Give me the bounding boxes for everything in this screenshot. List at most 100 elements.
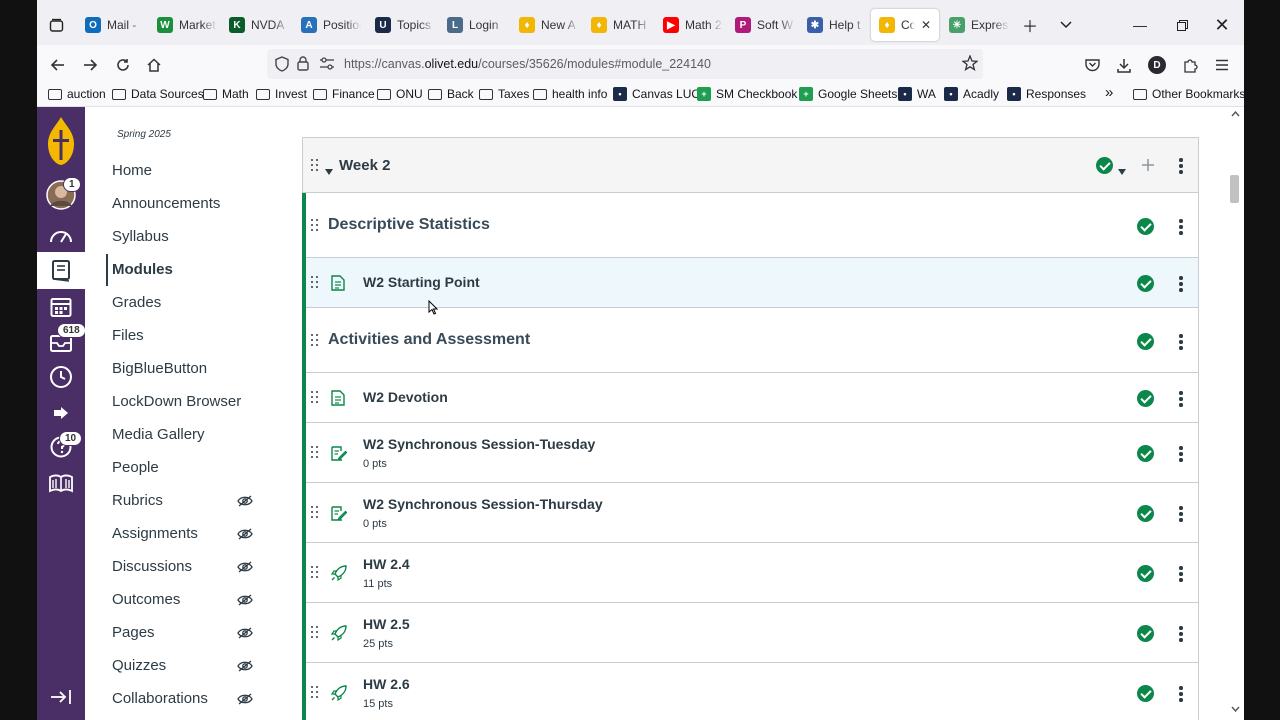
calendar-icon[interactable] <box>37 289 85 325</box>
published-check-icon[interactable] <box>1137 445 1154 462</box>
more-bookmarks-chevron-icon[interactable]: » <box>1105 84 1113 101</box>
course-nav-grades[interactable]: Grades <box>112 294 161 311</box>
close-tab-icon[interactable]: ✕ <box>921 18 931 32</box>
history-clock-icon[interactable] <box>37 359 85 395</box>
bookmark-invest[interactable]: Invest <box>256 87 307 101</box>
bookmark-acadly[interactable]: • Acadly <box>944 87 999 101</box>
course-nav-pages[interactable]: Pages <box>112 624 155 641</box>
lock-icon[interactable] <box>297 56 309 76</box>
published-check-icon[interactable] <box>1137 333 1154 350</box>
item-drag-handle-icon[interactable] <box>311 446 319 460</box>
module-item[interactable]: 15 pts HW 2.6 <box>302 663 1198 720</box>
item-title-link[interactable]: W2 Devotion <box>363 389 448 405</box>
course-nav-assignments[interactable]: Assignments <box>112 525 198 542</box>
browser-tab[interactable]: U Topics <box>375 9 435 41</box>
forward-arrow-icon[interactable] <box>77 52 103 78</box>
browser-tab[interactable]: ✳ Expres <box>949 9 1009 41</box>
published-check-icon[interactable] <box>1137 218 1154 235</box>
browser-tab[interactable]: O Mail - <box>85 9 145 41</box>
item-options-kebab-icon[interactable] <box>1179 506 1183 522</box>
item-drag-handle-icon[interactable] <box>311 686 319 700</box>
reload-icon[interactable] <box>110 52 136 78</box>
item-options-kebab-icon[interactable] <box>1179 446 1183 462</box>
dashboard-speedometer-icon[interactable] <box>37 217 85 253</box>
item-title-link[interactable]: HW 2.4 <box>363 556 410 572</box>
course-nav-lockdown-browser[interactable]: LockDown Browser <box>112 393 241 410</box>
bookmark-taxes[interactable]: Taxes <box>479 87 529 101</box>
bookmark-google-sheets[interactable]: + Google Sheets <box>799 87 897 101</box>
module-text-header[interactable]: Descriptive Statistics <box>302 193 1198 258</box>
bookmark-responses[interactable]: • Responses <box>1007 87 1086 101</box>
item-options-kebab-icon[interactable] <box>1179 566 1183 582</box>
bookmark-finance[interactable]: Finance <box>313 87 375 101</box>
logout-arrow-icon[interactable] <box>37 395 85 431</box>
scroll-down-arrow-icon[interactable] <box>1231 706 1240 712</box>
url-text[interactable]: https://canvas.olivet.edu/courses/35626/… <box>344 57 711 71</box>
bookmark-math[interactable]: Math <box>203 87 249 101</box>
pocket-icon[interactable] <box>1079 52 1105 78</box>
courses-book-icon[interactable] <box>37 252 85 289</box>
home-icon[interactable] <box>141 52 167 78</box>
course-nav-modules[interactable]: Modules <box>112 261 173 278</box>
browser-tab[interactable]: P Soft W <box>735 9 795 41</box>
item-drag-handle-icon[interactable] <box>311 566 319 580</box>
module-header[interactable]: Week 2 <box>303 138 1198 193</box>
item-options-kebab-icon[interactable] <box>1179 334 1183 350</box>
scroll-up-arrow-icon[interactable] <box>1231 111 1240 117</box>
bookmark-sm-checkbook[interactable]: + SM Checkbook <box>697 87 797 101</box>
published-check-icon[interactable] <box>1137 275 1154 292</box>
browser-tab[interactable]: ♦ Cou ✕ <box>871 9 939 41</box>
course-nav-media-gallery[interactable]: Media Gallery <box>112 426 205 443</box>
item-options-kebab-icon[interactable] <box>1179 626 1183 642</box>
item-title-link[interactable]: W2 Synchronous Session-Thursday <box>363 496 603 512</box>
module-options-kebab-icon[interactable] <box>1179 158 1183 174</box>
course-nav-home[interactable]: Home <box>112 162 152 179</box>
account-avatar[interactable]: 1 <box>37 177 85 213</box>
bookmark-onu[interactable]: ONU <box>377 87 423 101</box>
browser-tab[interactable]: ✱ Help t <box>807 9 867 41</box>
module-item[interactable]: 0 pts W2 Synchronous Session-Thursday <box>302 483 1198 543</box>
extensions-puzzle-icon[interactable] <box>1177 52 1203 78</box>
address-bar[interactable]: https://canvas.olivet.edu/courses/35626/… <box>267 49 983 79</box>
bookmark-canvas-luo[interactable]: • Canvas LUO <box>613 87 701 101</box>
module-published-check-icon[interactable] <box>1096 157 1113 174</box>
module-text-header[interactable]: Activities and Assessment <box>302 308 1198 373</box>
canvas-logo-flame-icon[interactable] <box>37 115 85 167</box>
other-bookmarks-folder[interactable]: Other Bookmarks <box>1133 87 1244 101</box>
browser-tab[interactable]: L Login <box>447 9 507 41</box>
published-check-icon[interactable] <box>1137 685 1154 702</box>
bookmark-back[interactable]: Back <box>428 87 474 101</box>
module-collapse-caret-icon[interactable] <box>325 162 333 180</box>
module-item[interactable]: 0 pts W2 Synchronous Session-Tuesday <box>302 423 1198 483</box>
browser-tab[interactable]: W Market <box>157 9 217 41</box>
course-nav-quizzes[interactable]: Quizzes <box>112 657 166 674</box>
item-title-link[interactable]: W2 Synchronous Session-Tuesday <box>363 436 595 452</box>
published-check-icon[interactable] <box>1137 505 1154 522</box>
item-drag-handle-icon[interactable] <box>311 626 319 640</box>
bookmark-health-info[interactable]: health info <box>533 87 607 101</box>
module-item[interactable]: 11 pts HW 2.4 <box>302 543 1198 603</box>
scrollbar-thumb[interactable] <box>1230 175 1239 203</box>
browser-tab[interactable]: ▶ Math 2 <box>663 9 723 41</box>
course-nav-rubrics[interactable]: Rubrics <box>112 492 163 509</box>
published-check-icon[interactable] <box>1137 390 1154 407</box>
course-nav-bigbluebutton[interactable]: BigBlueButton <box>112 360 207 377</box>
help-question-icon[interactable]: 10 <box>37 429 85 465</box>
close-window-button[interactable]: ✕ <box>1209 12 1235 38</box>
inbox-icon[interactable]: 618 <box>37 323 86 361</box>
browser-tab[interactable]: ♦ MATH <box>591 9 651 41</box>
list-tabs-chevron-icon[interactable] <box>1053 12 1079 38</box>
restore-button[interactable] <box>1169 12 1195 38</box>
commons-library-icon[interactable] <box>37 465 85 501</box>
published-check-icon[interactable] <box>1137 625 1154 642</box>
bookmark-wa[interactable]: • WA <box>898 87 936 101</box>
module-item[interactable]: W2 Devotion <box>302 373 1198 423</box>
course-nav-outcomes[interactable]: Outcomes <box>112 591 180 608</box>
new-tab-button[interactable]: ＋ <box>1017 12 1043 38</box>
app-menu-hamburger-icon[interactable] <box>1209 52 1235 78</box>
item-drag-handle-icon[interactable] <box>311 506 319 520</box>
bookmark-data-sources[interactable]: Data Sources <box>112 87 204 101</box>
course-nav-announcements[interactable]: Announcements <box>112 195 220 212</box>
browser-tab[interactable]: A Position <box>301 9 361 41</box>
item-options-kebab-icon[interactable] <box>1179 219 1183 235</box>
